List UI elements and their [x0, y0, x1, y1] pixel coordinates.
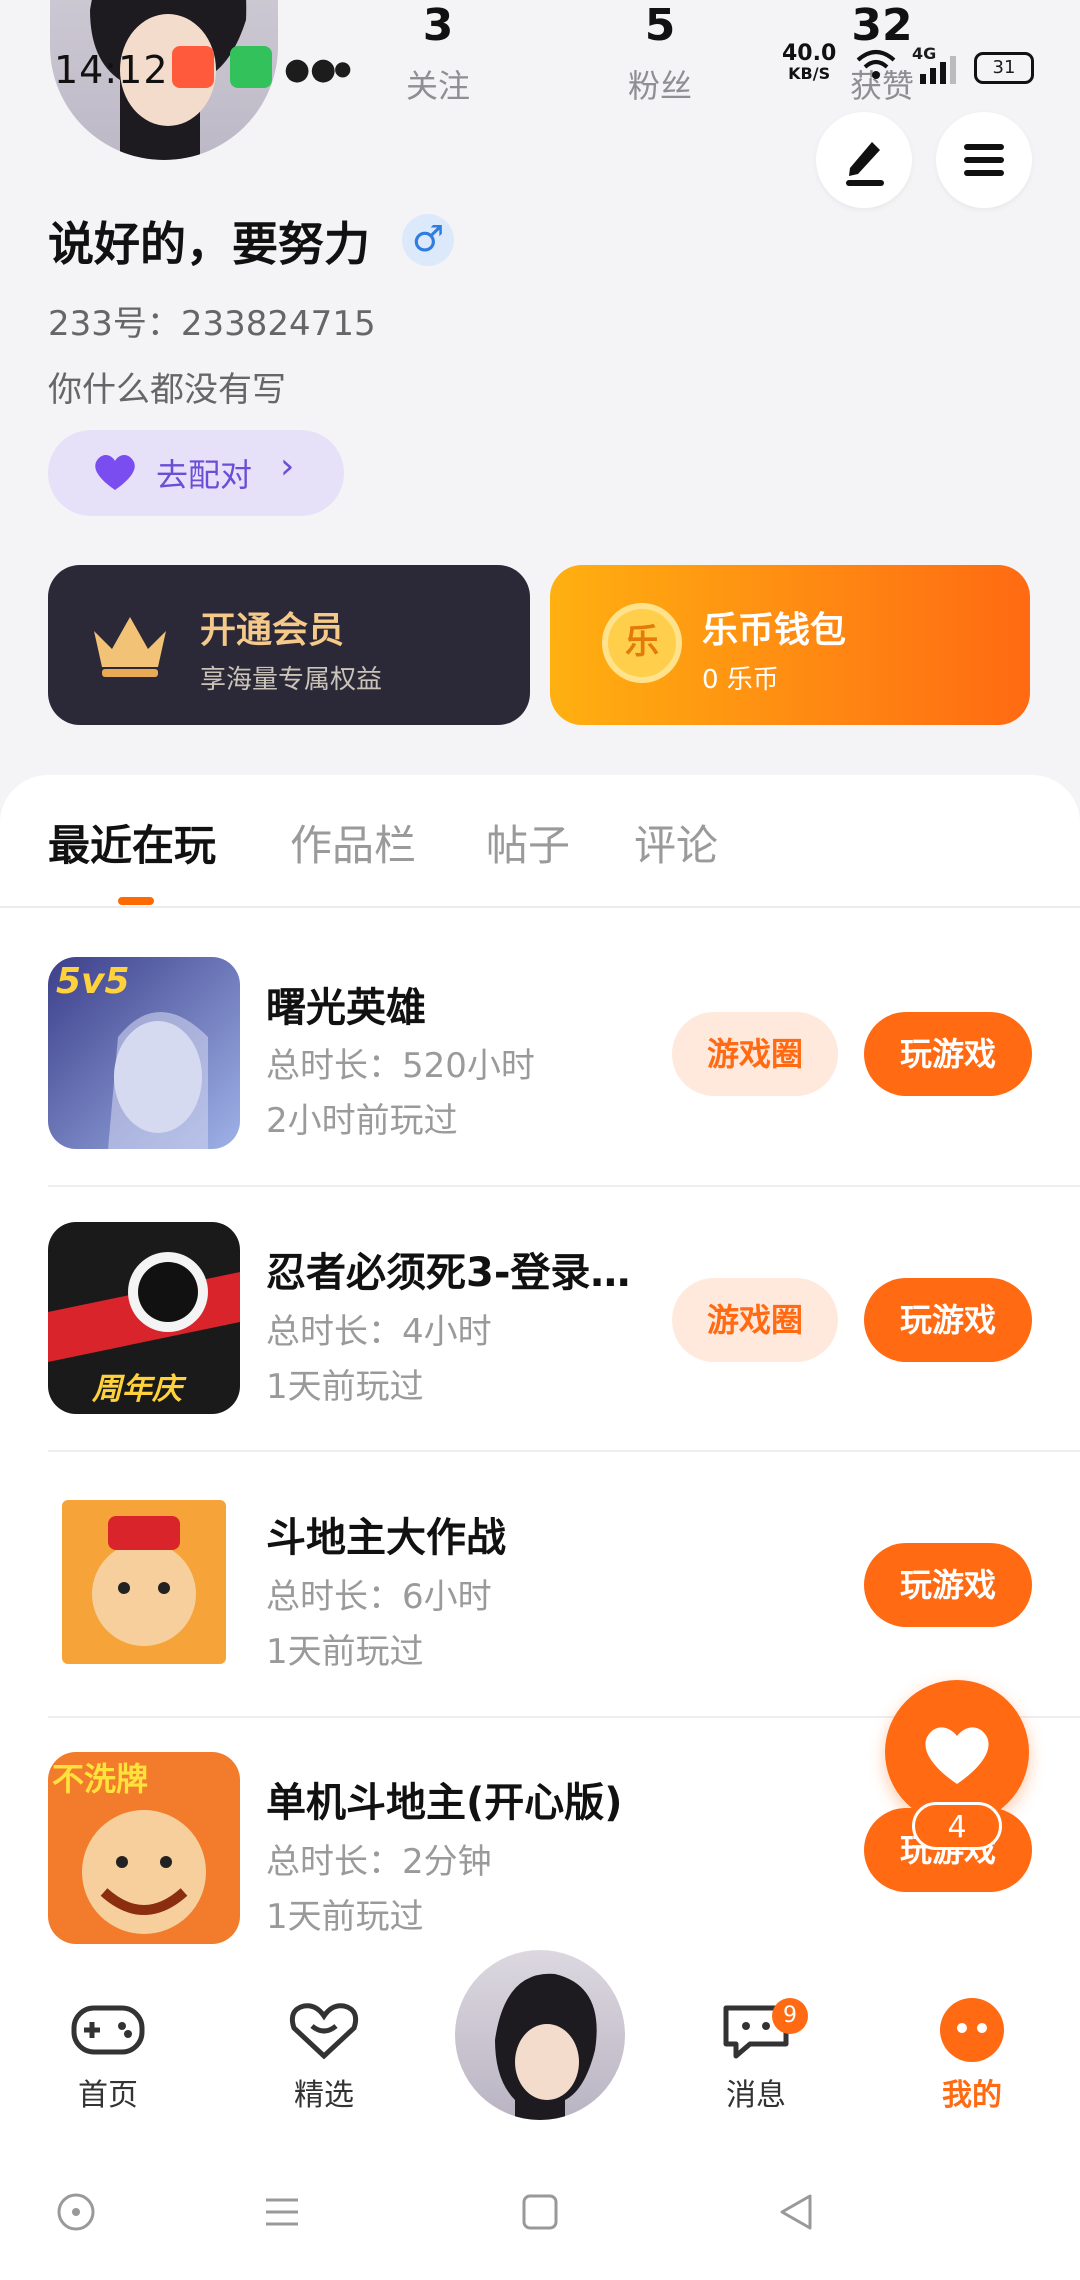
game-duration: 总时长：4小时 — [266, 1312, 492, 1352]
kuaishou-notify-icon — [172, 46, 214, 88]
assistant-icon[interactable] — [56, 2192, 96, 2236]
like-count-badge: 4 — [912, 1802, 1002, 1850]
play-game-button[interactable]: 玩游戏 — [864, 1278, 1032, 1362]
tab-recent[interactable]: 最近在玩 — [48, 812, 216, 873]
game-duration: 总时长：2分钟 — [266, 1842, 492, 1882]
game-title: 斗地主大作战 — [266, 1515, 506, 1561]
heart-outline-icon — [289, 2003, 359, 2060]
wechat-icon: ●● — [284, 52, 337, 87]
crown-icon — [88, 609, 172, 683]
menu-button[interactable] — [936, 112, 1032, 208]
nav-messages[interactable]: 消息 — [676, 1998, 836, 2114]
wallet-title: 乐币钱包 — [702, 610, 847, 651]
game-last-played: 1天前玩过 — [266, 1367, 424, 1407]
list-divider — [48, 1185, 1080, 1187]
recents-icon[interactable] — [262, 2192, 302, 2236]
game-tag: 不洗牌 — [52, 1760, 149, 1798]
pencil-icon — [846, 142, 884, 186]
wifi-icon — [854, 48, 898, 84]
more-notify-icon: ● — [334, 56, 352, 80]
game-duration: 总时长：6小时 — [266, 1577, 492, 1617]
back-triangle-icon[interactable] — [776, 2192, 816, 2236]
play-game-button[interactable]: 玩游戏 — [864, 1012, 1032, 1096]
game-last-played: 2小时前玩过 — [266, 1101, 458, 1141]
game-title: 单机斗地主(开心版) — [266, 1780, 623, 1826]
play-game-button[interactable]: 玩游戏 — [864, 1543, 1032, 1627]
mine-icon — [940, 1998, 1004, 2062]
list-divider — [48, 1450, 1080, 1452]
messages-badge: 9 — [772, 1998, 808, 2034]
profile-bio: 你什么都没有写 — [48, 370, 286, 410]
coin-icon: 乐 — [602, 603, 682, 683]
vip-title: 开通会员 — [200, 610, 345, 651]
game-last-played: 1天前玩过 — [266, 1897, 424, 1937]
game-circle-button[interactable]: 游戏圈 — [672, 1012, 838, 1096]
home-square-icon[interactable] — [520, 2192, 560, 2236]
stat-follow[interactable]: 3 关注 — [358, 0, 518, 107]
stat-fans[interactable]: 5 粉丝 — [580, 0, 740, 107]
app-notify-icon — [230, 46, 272, 88]
battery-indicator: 31 — [974, 52, 1034, 84]
profile-uid: 233号：233824715 — [48, 304, 376, 344]
game-last-played: 1天前玩过 — [266, 1632, 424, 1672]
game-title: 曙光英雄 — [266, 985, 426, 1031]
status-time: 14:12 — [54, 48, 169, 92]
pair-label: 去配对 — [156, 456, 253, 494]
game-icon-danji-doudizhu[interactable]: 不洗牌 — [48, 1752, 240, 1944]
game-icon-shuguang[interactable]: 5v5 — [48, 957, 240, 1149]
pair-button[interactable]: 去配对 › — [48, 430, 344, 516]
game-tag: 周年庆 — [92, 1372, 182, 1407]
net-speed: 40.0 KB/S — [782, 41, 837, 84]
chevron-right-icon: › — [280, 446, 295, 487]
nav-avatar-button[interactable] — [455, 1950, 625, 2120]
nav-home[interactable]: 首页 — [28, 1998, 188, 2114]
tab-divider — [0, 906, 1080, 908]
game-icon-ninja[interactable]: 周年庆 — [48, 1222, 240, 1414]
tab-posts[interactable]: 帖子 — [486, 812, 570, 873]
nav-mine[interactable]: 我的 — [892, 1998, 1052, 2114]
purple-heart-icon — [90, 452, 140, 496]
signal-icon — [918, 56, 958, 88]
menu-icon — [964, 144, 1004, 176]
game-duration: 总时长：520小时 — [266, 1046, 535, 1086]
gamepad-icon — [71, 2005, 145, 2055]
game-title: 忍者必须死3-登录… — [266, 1250, 631, 1296]
game-icon-doudizhu[interactable] — [48, 1486, 240, 1678]
vip-card[interactable]: 开通会员 享海量专属权益 — [48, 565, 530, 725]
wallet-balance: 0 乐币 — [702, 665, 779, 695]
vip-subtitle: 享海量专属权益 — [200, 665, 383, 695]
edit-profile-button[interactable] — [816, 112, 912, 208]
game-circle-button[interactable]: 游戏圈 — [672, 1278, 838, 1362]
tab-works[interactable]: 作品栏 — [290, 812, 416, 873]
profile-name: 说好的，要努力 — [48, 217, 370, 271]
tab-indicator — [118, 897, 154, 905]
nav-featured[interactable]: 精选 — [244, 1998, 404, 2114]
male-icon: ♂ — [402, 214, 454, 266]
wallet-card[interactable]: 乐 乐币钱包 0 乐币 — [550, 565, 1030, 725]
game-tag: 5v5 — [56, 961, 130, 1002]
tab-comments[interactable]: 评论 — [634, 812, 718, 873]
